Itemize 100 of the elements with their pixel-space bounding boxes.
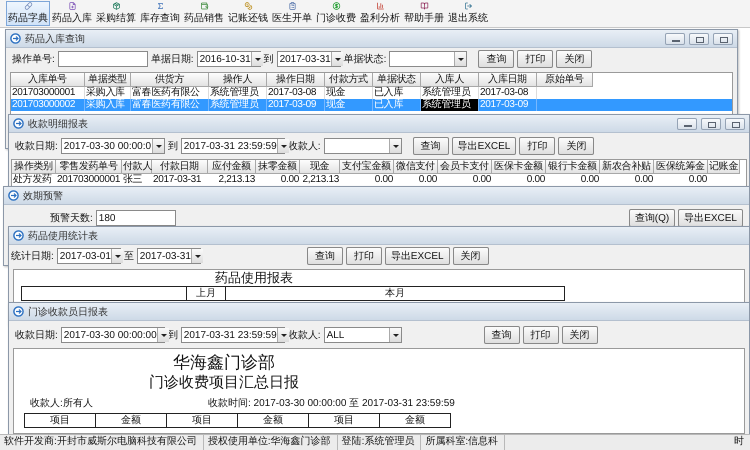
dropdown-button[interactable] [250,52,263,66]
action-button[interactable]: 关闭 [556,50,592,68]
arrow-circle-icon [13,230,24,241]
column-header[interactable]: 单据类型 [85,73,131,87]
status-text: 所属科室:信息科 [421,435,506,450]
column-header: 金额 [95,413,167,428]
column-header[interactable]: 付款人 [122,160,152,174]
action-button[interactable]: 导出EXCEL [384,247,450,265]
toolbar-button[interactable]: 记账还钱 [226,1,270,26]
action-button[interactable]: 查询 [306,247,343,265]
date-field[interactable]: 2017-03-30 00:00:0 [60,138,165,154]
date-field[interactable]: 2017-03-31 [136,248,201,264]
action-button[interactable]: 查询 [484,326,520,344]
dropdown-field[interactable] [389,51,468,67]
action-button[interactable]: 导出EXCEL [452,137,516,155]
window-title: 收款明细报表 [28,118,89,130]
date-field[interactable]: 2017-03-31 [276,51,341,67]
close-button[interactable] [725,118,745,130]
action-button[interactable]: 打印 [522,326,559,344]
toolbar-button[interactable]: 药品入库 [50,1,94,26]
column-header[interactable]: 新农合补贴 [600,160,654,174]
action-button[interactable]: 打印 [519,137,556,155]
column-header[interactable]: 医保卡金额 [492,160,546,174]
action-button[interactable]: 查询 [478,50,514,68]
toolbar-button[interactable]: 医生开单 [270,1,314,26]
action-button[interactable]: 关闭 [558,137,594,155]
action-button[interactable]: 打印 [346,247,382,265]
column-header[interactable]: 操作人 [209,73,267,87]
column-header[interactable]: 现金 [300,160,340,174]
report-title: 华海鑫门诊部 [172,353,276,373]
dropdown-button[interactable] [110,249,123,263]
dropdown-field[interactable] [324,138,402,154]
column-header[interactable]: 零售发药单号 [56,160,122,174]
column-header[interactable]: 操作日期 [267,73,325,87]
action-button[interactable]: 关闭 [562,326,598,344]
restore-button[interactable] [701,118,721,130]
column-header[interactable]: 会员卡支付 [438,160,492,174]
column-header[interactable]: 供货方 [131,73,209,87]
action-button[interactable]: 查询 [412,137,449,155]
column-header[interactable]: 入库单号 [11,73,85,87]
arrow-circle-icon [13,306,24,317]
column-header[interactable]: 入库日期 [479,73,537,87]
text-field[interactable]: 180 [96,210,176,226]
column-header[interactable]: 操作类别 [12,160,56,174]
toolbar-button[interactable]: 采购结算 [94,1,138,26]
date-field[interactable]: 2016-10-31 [196,51,261,67]
column-header[interactable]: 应付金额 [208,160,256,174]
table-cell-text: 0.00 [634,174,654,186]
toolbar-button[interactable]: 药品字典 [6,1,50,26]
dropdown-button[interactable] [388,139,401,153]
toolbar-button[interactable]: 门诊收费 [314,1,358,26]
table-cell-text: 2017-03-31 [152,174,202,186]
column-header[interactable]: 付款日期 [152,160,208,174]
restore-button[interactable] [689,32,709,44]
text-field[interactable] [58,51,148,67]
close-button[interactable] [713,32,733,44]
minimize-button[interactable] [665,32,685,44]
date-field[interactable]: 2017-03-01 [56,248,121,264]
arrow-circle-icon [13,118,24,129]
dropdown-button[interactable] [388,328,401,342]
action-button[interactable]: 导出EXCEL [678,209,743,227]
column-header[interactable]: 银行卡金额 [546,160,600,174]
toolbar-button[interactable]: 盈利分析 [358,1,402,26]
dropdown-button[interactable] [156,328,169,342]
dropdown-button[interactable] [276,139,289,153]
column-header[interactable]: 医保统筹金 [654,160,708,174]
column-header[interactable]: 记账金 [708,160,740,174]
table-cell-text: 0.00 [580,174,600,186]
action-button[interactable]: 打印 [517,50,554,68]
toolbar-button[interactable]: 药品销售 [182,1,226,26]
table-cell: 现金 [325,99,373,111]
action-button[interactable]: 查询(Q) [628,209,676,227]
column-header[interactable]: 单据状态 [373,73,421,87]
table-cell: 采购入库 [85,99,131,111]
minimize-button[interactable] [677,118,697,130]
dropdown-button[interactable] [330,52,343,66]
column-header[interactable]: 付款方式 [325,73,373,87]
report-title: 药品使用报表 [214,270,294,286]
table-cell: 系统管理员 [209,99,267,111]
table-cell-text: 张三 [122,174,144,186]
toolbar-button[interactable]: 退出系统 [446,1,490,26]
column-header[interactable]: 原始单号 [537,73,593,87]
dropdown-button[interactable] [454,52,466,66]
dropdown-button[interactable] [190,249,203,263]
field-label: 至 [124,250,134,263]
dropdown-button[interactable] [276,328,289,342]
table-row[interactable]: 处方发药 201703000001 张三 2017-03-31 2,213.13 0.00 2,213.13 0.00 0.00 0.00 0.00 0.00 0.00 0.00 [12,174,746,186]
table-row[interactable]: 201703000002 采购入库 富春医药有限公 系统管理员 2017-03-09 现金 已入库 系统管理员 2017-03-09 [11,99,732,111]
toolbar-button[interactable]: 库存查询 [138,1,182,26]
column-header[interactable]: 微信支付 [394,160,438,174]
dropdown-button[interactable] [152,139,164,153]
column-header[interactable]: 支付宝金额 [340,160,394,174]
action-button[interactable]: 关闭 [452,247,489,265]
column-header[interactable]: 抹零金额 [256,160,300,174]
column-header: 金额 [379,413,451,428]
toolbar-button[interactable]: 帮助手册 [402,1,446,26]
column-header[interactable]: 入库人 [421,73,479,87]
dropdown-field[interactable]: ALL [324,327,402,343]
arrow-circle-icon [8,190,19,201]
column-header: 本月 [225,286,565,301]
